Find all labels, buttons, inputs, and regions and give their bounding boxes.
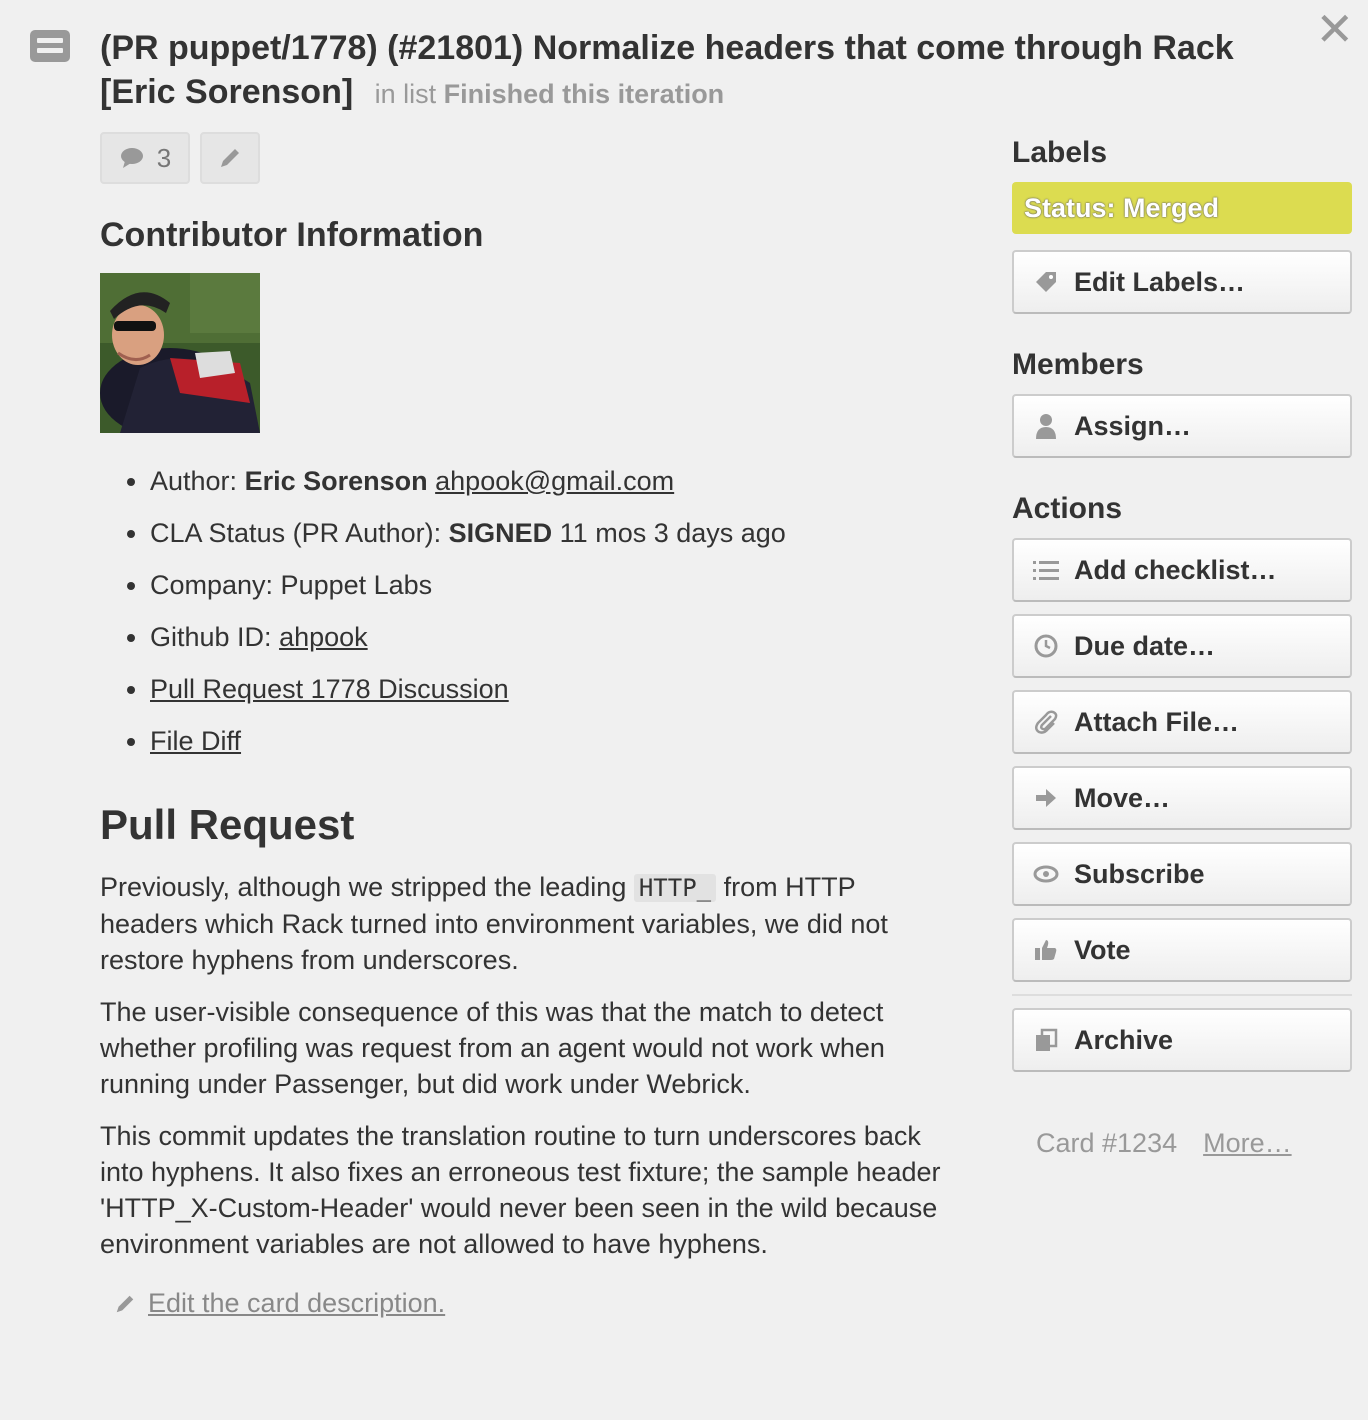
list-name: Finished this iteration (443, 79, 725, 109)
attach-file-label: Attach File… (1074, 706, 1240, 737)
clock-icon (1032, 634, 1060, 658)
archive-button[interactable]: Archive (1012, 1008, 1352, 1072)
due-date-label: Due date… (1074, 630, 1216, 661)
assign-button[interactable]: Assign… (1012, 394, 1352, 458)
author-name: Eric Sorenson (244, 466, 428, 496)
sidebar-divider (1012, 994, 1352, 996)
card-description: Contributor Information Author: Eric Sor… (100, 210, 980, 1319)
edit-labels-label: Edit Labels… (1074, 266, 1246, 297)
author-item: Author: Eric Sorenson ahpook@gmail.com (150, 455, 980, 507)
labels-heading: Labels (1012, 136, 1108, 169)
cla-status-item: CLA Status (PR Author): SIGNED 11 mos 3 … (150, 507, 980, 559)
pencil-icon (116, 1295, 134, 1312)
vote-button[interactable]: Vote (1012, 918, 1352, 982)
paperclip-icon (1032, 709, 1060, 735)
person-icon (1032, 413, 1060, 439)
edit-labels-button[interactable]: Edit Labels… (1012, 250, 1352, 314)
pr-discussion-item: Pull Request 1778 Discussion (150, 663, 980, 715)
eye-icon (1032, 865, 1060, 883)
pr-p1-code: HTTP_ (633, 874, 717, 902)
assign-label: Assign… (1074, 410, 1192, 441)
comments-badge[interactable]: 3 (100, 132, 190, 184)
contributor-heading: Contributor Information (100, 216, 484, 254)
comment-count: 3 (156, 142, 172, 173)
tag-icon (1032, 270, 1060, 294)
company-item: Company: Puppet Labs (150, 559, 980, 611)
thumbs-up-icon (1032, 938, 1060, 962)
card-number: Card #1234 (1036, 1128, 1178, 1158)
archive-label: Archive (1074, 1024, 1174, 1055)
card-icon (30, 30, 70, 62)
card-sidebar: Labels Status: Merged Edit Labels… Membe… (1012, 130, 1352, 1159)
pr-p1-before: Previously, although we stripped the lea… (100, 872, 634, 902)
checklist-icon (1032, 559, 1060, 581)
arrow-right-icon (1032, 787, 1060, 809)
in-list-prefix: in list (374, 79, 437, 109)
edit-description: Edit the card description. (100, 1288, 980, 1319)
file-diff-link[interactable]: File Diff (150, 726, 241, 756)
members-heading: Members (1012, 348, 1144, 381)
move-button[interactable]: Move… (1012, 766, 1352, 830)
pr-paragraph-3: This commit updates the translation rout… (100, 1121, 941, 1259)
archive-icon (1032, 1028, 1060, 1052)
pr-discussion-link[interactable]: Pull Request 1778 Discussion (150, 674, 509, 704)
pull-request-heading: Pull Request (100, 801, 355, 848)
subscribe-label: Subscribe (1074, 858, 1205, 889)
cla-date: 11 mos 3 days ago (552, 518, 786, 548)
status-label-chip[interactable]: Status: Merged (1012, 182, 1352, 234)
cla-status: SIGNED (448, 518, 553, 548)
pr-paragraph-1: Previously, although we stripped the lea… (100, 869, 890, 978)
comment-icon (120, 148, 143, 168)
github-label: Github ID: (150, 622, 280, 652)
github-id-item: Github ID: ahpook (150, 611, 980, 663)
card-badges: 3 (100, 132, 260, 184)
actions-heading: Actions (1012, 492, 1123, 525)
card-footer: Card #1234 More… (1012, 1128, 1352, 1159)
edit-title-button[interactable] (200, 132, 260, 184)
company-text: Company: Puppet Labs (150, 570, 433, 600)
file-diff-item: File Diff (150, 715, 980, 767)
cla-label: CLA Status (PR Author): (150, 518, 449, 548)
close-icon[interactable]: ✕ (1315, 6, 1354, 52)
list-info: in list Finished this iteration (375, 79, 725, 109)
due-date-button[interactable]: Due date… (1012, 614, 1352, 678)
author-email-link[interactable]: ahpook@gmail.com (435, 466, 674, 496)
more-link[interactable]: More… (1203, 1128, 1292, 1159)
github-id-link[interactable]: ahpook (279, 622, 368, 652)
add-checklist-label: Add checklist… (1074, 554, 1277, 585)
attach-file-button[interactable]: Attach File… (1012, 690, 1352, 754)
contributor-avatar (100, 273, 260, 433)
pr-paragraph-2: The user-visible consequence of this was… (100, 997, 885, 1099)
pencil-icon (221, 149, 239, 167)
vote-label: Vote (1074, 934, 1131, 965)
contributor-info-list: Author: Eric Sorenson ahpook@gmail.com C… (100, 455, 980, 767)
add-checklist-button[interactable]: Add checklist… (1012, 538, 1352, 602)
subscribe-button[interactable]: Subscribe (1012, 842, 1352, 906)
card-title[interactable]: (PR puppet/1778) (#21801) Normalize head… (100, 26, 1260, 116)
author-label: Author: (150, 466, 245, 496)
move-label: Move… (1074, 782, 1171, 813)
edit-description-link[interactable]: Edit the card description. (148, 1288, 445, 1319)
